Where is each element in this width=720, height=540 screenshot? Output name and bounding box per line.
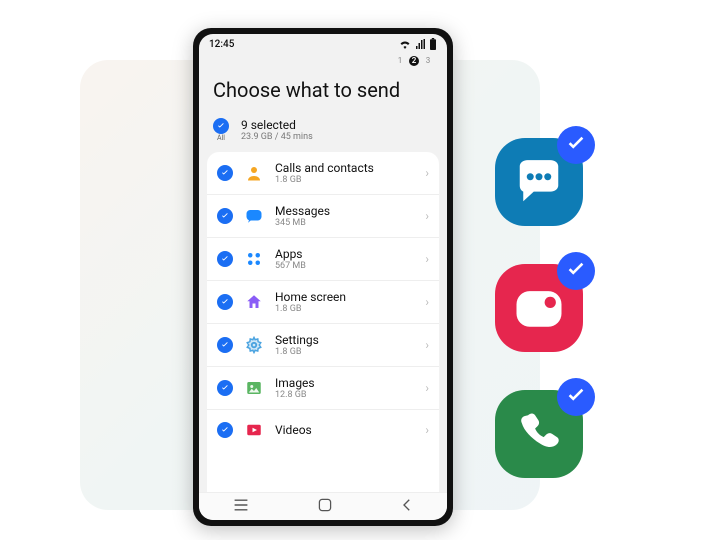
checkmark-icon bbox=[220, 168, 230, 178]
page-title: Choose what to send bbox=[199, 70, 447, 118]
row-calls-label: Calls and contacts bbox=[275, 161, 415, 175]
row-calls-size: 1.8 GB bbox=[275, 175, 415, 185]
row-home-size: 1.8 GB bbox=[275, 304, 415, 314]
wizard-stepper: 1 2 3 bbox=[199, 54, 447, 70]
row-settings-size: 1.8 GB bbox=[275, 347, 415, 357]
row-home[interactable]: Home screen1.8 GB › bbox=[207, 281, 439, 324]
row-images-checkbox[interactable] bbox=[217, 380, 233, 396]
selected-badge bbox=[557, 126, 595, 164]
select-all-label: All bbox=[217, 134, 225, 142]
row-images-label: Images bbox=[275, 376, 415, 390]
signal-icon bbox=[415, 39, 425, 49]
speech-bubble-icon bbox=[511, 154, 567, 210]
checkmark-icon bbox=[565, 260, 587, 282]
row-messages[interactable]: Messages345 MB › bbox=[207, 195, 439, 238]
row-messages-checkbox[interactable] bbox=[217, 208, 233, 224]
checkmark-icon bbox=[216, 121, 226, 131]
contacts-icon bbox=[243, 162, 265, 184]
checkmark-icon bbox=[220, 211, 230, 221]
chevron-right-icon: › bbox=[425, 252, 429, 266]
camera-app-tile bbox=[495, 264, 583, 352]
selected-badge bbox=[557, 378, 595, 416]
status-time: 12:45 bbox=[209, 39, 234, 50]
chevron-right-icon: › bbox=[425, 338, 429, 352]
row-images[interactable]: Images12.8 GB › bbox=[207, 367, 439, 410]
selected-count: 9 selected bbox=[241, 118, 313, 132]
row-videos[interactable]: Videos › bbox=[207, 410, 439, 450]
step-1: 1 bbox=[395, 56, 405, 66]
back-button[interactable] bbox=[401, 498, 413, 515]
checkmark-icon bbox=[220, 254, 230, 264]
camera-icon bbox=[509, 278, 569, 338]
row-images-size: 12.8 GB bbox=[275, 390, 415, 400]
battery-icon bbox=[429, 38, 437, 50]
videos-icon bbox=[243, 419, 265, 441]
phone-frame: 12:45 1 2 3 Choose what to send All 9 se… bbox=[193, 28, 453, 526]
status-bar: 12:45 bbox=[199, 34, 447, 54]
row-home-checkbox[interactable] bbox=[217, 294, 233, 310]
android-nav-bar bbox=[199, 492, 447, 520]
floating-apps bbox=[495, 138, 583, 478]
messages-app-tile bbox=[495, 138, 583, 226]
select-all-row[interactable]: All 9 selected 23.9 GB / 45 mins bbox=[199, 118, 447, 152]
selected-badge bbox=[557, 252, 595, 290]
checkmark-icon bbox=[220, 383, 230, 393]
checkmark-icon bbox=[220, 425, 230, 435]
chevron-right-icon: › bbox=[425, 381, 429, 395]
row-apps-label: Apps bbox=[275, 247, 415, 261]
home-button[interactable] bbox=[318, 498, 332, 515]
chevron-right-icon: › bbox=[425, 166, 429, 180]
categories-list: Calls and contacts1.8 GB › Messages345 M… bbox=[207, 152, 439, 520]
messages-icon bbox=[243, 205, 265, 227]
selected-size: 23.9 GB / 45 mins bbox=[241, 132, 313, 142]
row-settings[interactable]: Settings1.8 GB › bbox=[207, 324, 439, 367]
row-videos-label: Videos bbox=[275, 423, 415, 437]
row-calls-checkbox[interactable] bbox=[217, 165, 233, 181]
row-settings-checkbox[interactable] bbox=[217, 337, 233, 353]
row-apps-size: 567 MB bbox=[275, 261, 415, 271]
wifi-icon bbox=[399, 39, 411, 49]
step-2-current: 2 bbox=[409, 56, 419, 66]
row-calls[interactable]: Calls and contacts1.8 GB › bbox=[207, 152, 439, 195]
select-all-checkbox[interactable] bbox=[213, 118, 229, 134]
row-settings-label: Settings bbox=[275, 333, 415, 347]
row-apps-checkbox[interactable] bbox=[217, 251, 233, 267]
phone-app-tile bbox=[495, 390, 583, 478]
images-icon bbox=[243, 377, 265, 399]
status-icons bbox=[399, 38, 437, 50]
recents-button[interactable] bbox=[233, 498, 249, 515]
settings-icon bbox=[243, 334, 265, 356]
step-3: 3 bbox=[423, 56, 433, 66]
chevron-right-icon: › bbox=[425, 209, 429, 223]
apps-icon bbox=[243, 248, 265, 270]
chevron-right-icon: › bbox=[425, 423, 429, 437]
row-messages-label: Messages bbox=[275, 204, 415, 218]
chevron-right-icon: › bbox=[425, 295, 429, 309]
home-icon bbox=[243, 291, 265, 313]
checkmark-icon bbox=[220, 297, 230, 307]
checkmark-icon bbox=[220, 340, 230, 350]
row-apps[interactable]: Apps567 MB › bbox=[207, 238, 439, 281]
checkmark-icon bbox=[565, 134, 587, 156]
row-messages-size: 345 MB bbox=[275, 218, 415, 228]
row-home-label: Home screen bbox=[275, 290, 415, 304]
row-videos-checkbox[interactable] bbox=[217, 422, 233, 438]
phone-screen: 12:45 1 2 3 Choose what to send All 9 se… bbox=[199, 34, 447, 520]
phone-handset-icon bbox=[514, 409, 564, 459]
checkmark-icon bbox=[565, 386, 587, 408]
